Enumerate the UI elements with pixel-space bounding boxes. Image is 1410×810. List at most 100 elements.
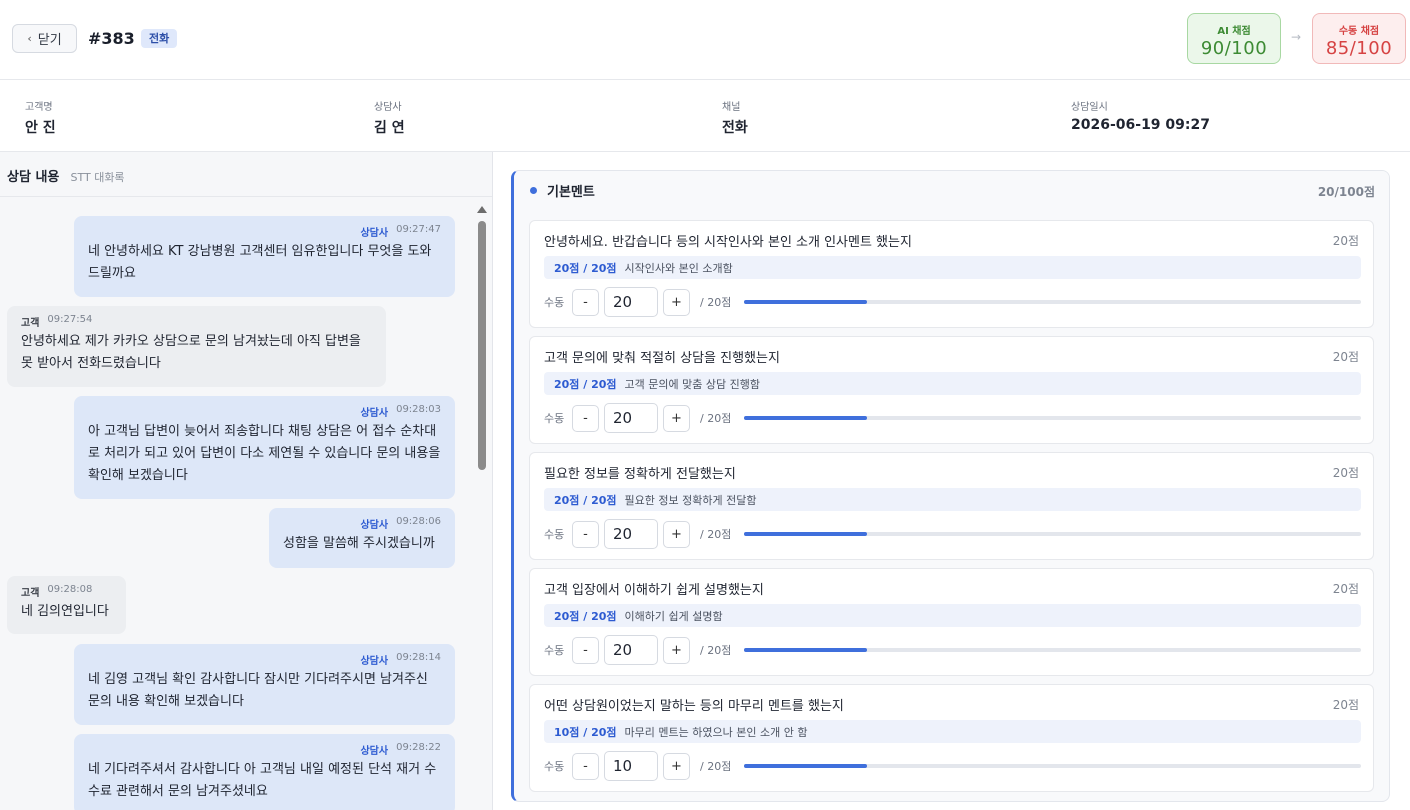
ai-score-value: 90/100	[1200, 38, 1268, 59]
ai-result-score: 20점 / 20점	[554, 377, 617, 391]
scroll-thumb[interactable]	[478, 221, 486, 470]
criteria-question: 필요한 정보를 정확하게 전달했는지	[544, 467, 736, 482]
ai-result-note: 고객 문의에 맞춤 상담 진행함	[624, 377, 760, 391]
message-text: 아 고객님 답변이 늦어서 죄송합니다 채팅 상담은 어 접수 순차대로 처리가…	[88, 424, 441, 483]
close-label: 닫기	[37, 33, 62, 48]
message-time: 09:28:06	[396, 516, 441, 527]
ai-result: 20점 / 20점 고객 문의에 맞춤 상담 진행함	[544, 372, 1361, 395]
manual-score-input[interactable]: 20	[604, 287, 658, 317]
message-sender: 상담사	[360, 228, 389, 239]
message-sender: 고객	[21, 318, 40, 329]
info-value: 김 연	[374, 120, 405, 136]
increment-button[interactable]: +	[663, 288, 690, 316]
score-progress-bar	[744, 648, 1361, 652]
header: ‹ 닫기 #383 전화 AI 채점 90/100 → 수동 채점 85/100	[0, 0, 1410, 80]
ai-result-note: 필요한 정보 정확하게 전달함	[624, 493, 757, 507]
manual-score-input[interactable]: 20	[604, 519, 658, 549]
score-progress-bar	[744, 300, 1361, 304]
info-value: 전화	[722, 120, 748, 136]
section-header: 기본멘트	[514, 171, 1389, 209]
channel-badge: 전화	[141, 29, 178, 48]
ai-result: 10점 / 20점 마무리 멘트는 하였으나 본인 소개 안 함	[544, 720, 1361, 743]
transcript-header: 상담 내용 STT 대화록	[0, 152, 492, 197]
message-text: 네 기다려주셔서 감사합니다 아 고객님 내일 예정된 단석 재거 수수료 관련…	[88, 762, 437, 799]
criteria-question: 안녕하세요. 반갑습니다 등의 시작인사와 본인 소개 인사멘트 했는지	[544, 235, 912, 250]
score-progress-bar	[744, 764, 1361, 768]
ai-result-score: 20점 / 20점	[554, 609, 617, 623]
scroll-up-arrow-icon[interactable]	[477, 206, 487, 213]
message-agent: 상담사 09:28:22 네 기다려주셔서 감사합니다 아 고객님 내일 예정된 …	[74, 734, 455, 810]
criteria-item: 고객 문의에 맞춰 적절히 상담을 진행했는지 20점 20점 / 20점 고객…	[529, 336, 1374, 444]
message-time: 09:27:47	[396, 224, 441, 235]
section-dot-icon	[530, 186, 537, 194]
criteria-max: 20점	[1332, 234, 1359, 248]
ai-result-score: 20점 / 20점	[554, 261, 617, 275]
ai-score-label: AI 채점	[1217, 26, 1251, 37]
close-button[interactable]: ‹ 닫기	[12, 24, 77, 53]
message-agent: 상담사 09:28:06 성함을 말씀해 주시겠습니까	[269, 508, 455, 568]
info-value: 2026-06-19 09:27	[1071, 117, 1210, 133]
manual-score-input[interactable]: 20	[604, 635, 658, 665]
message-text: 네 김영 고객님 확인 감사합니다 잠시만 기다려주시면 남겨주신 문의 내용 …	[88, 672, 428, 709]
increment-button[interactable]: +	[663, 404, 690, 432]
evaluation-panel: 기본멘트 20/100점 안녕하세요. 반갑습니다 등의 시작인사와 본인 소개…	[494, 152, 1410, 810]
criteria-item: 안녕하세요. 반갑습니다 등의 시작인사와 본인 소개 인사멘트 했는지 20점…	[529, 220, 1374, 328]
message-sender: 상담사	[360, 520, 389, 531]
decrement-button[interactable]: -	[572, 752, 599, 780]
message-sender: 상담사	[360, 408, 389, 419]
score-progress-fill	[744, 532, 868, 536]
decrement-button[interactable]: -	[572, 288, 599, 316]
section-title: 기본멘트	[547, 184, 595, 200]
transcript-subtitle: STT 대화록	[70, 171, 125, 184]
transcript-panel: 상담 내용 STT 대화록 상담사 09:27:47 네 안녕하세요 KT 강남병…	[0, 152, 493, 810]
manual-control: 수동 - 20 + / 20점	[544, 519, 1361, 549]
score-progress-bar	[744, 416, 1361, 420]
score-progress-fill	[744, 416, 868, 420]
score-progress-bar	[744, 532, 1361, 536]
evaluation-section: 기본멘트 20/100점 안녕하세요. 반갑습니다 등의 시작인사와 본인 소개…	[511, 170, 1390, 802]
criteria-item: 어떤 상담원이었는지 말하는 등의 마무리 멘트를 했는지 20점 10점 / …	[529, 684, 1374, 792]
decrement-button[interactable]: -	[572, 404, 599, 432]
increment-button[interactable]: +	[663, 752, 690, 780]
max-score-text: / 20점	[700, 644, 732, 657]
info-datetime: 상담일시 2026-06-19 09:27	[1071, 98, 1210, 133]
manual-score-input[interactable]: 20	[604, 403, 658, 433]
increment-button[interactable]: +	[663, 520, 690, 548]
increment-button[interactable]: +	[663, 636, 690, 664]
ai-result: 20점 / 20점 필요한 정보 정확하게 전달함	[544, 488, 1361, 511]
ai-result-score: 20점 / 20점	[554, 493, 617, 507]
transcript-title: 상담 내용	[7, 170, 60, 185]
manual-label: 수동	[544, 412, 565, 425]
message-time: 09:28:03	[396, 404, 441, 415]
message-customer: 고객 09:27:54 안녕하세요 제가 카카오 상담으로 문의 남겨놨는데 아직…	[7, 306, 386, 387]
info-value: 안 진	[25, 120, 56, 136]
message-agent: 상담사 09:28:14 네 김영 고객님 확인 감사합니다 잠시만 기다려주시면…	[74, 644, 455, 725]
ai-result: 20점 / 20점 이해하기 쉽게 설명함	[544, 604, 1361, 627]
decrement-button[interactable]: -	[572, 636, 599, 664]
manual-label: 수동	[544, 760, 565, 773]
message-text: 안녕하세요 제가 카카오 상담으로 문의 남겨놨는데 아직 답변을 못 받아서 …	[21, 334, 361, 371]
message-text: 성함을 말씀해 주시겠습니까	[283, 536, 435, 551]
criteria-max: 20점	[1332, 466, 1359, 480]
manual-score-box: 수동 채점 85/100	[1312, 13, 1406, 64]
decrement-button[interactable]: -	[572, 520, 599, 548]
manual-label: 수동	[544, 528, 565, 541]
message-text: 네 안녕하세요 KT 강남병원 고객센터 임유한입니다 무엇을 도와드릴까요	[88, 244, 432, 281]
manual-score-input[interactable]: 10	[604, 751, 658, 781]
ai-result-note: 이해하기 쉽게 설명함	[624, 609, 723, 623]
section-score: 20/100점	[1317, 185, 1375, 199]
manual-control: 수동 - 20 + / 20점	[544, 287, 1361, 317]
message-agent: 상담사 09:28:03 아 고객님 답변이 늦어서 죄송합니다 채팅 상담은 어…	[74, 396, 455, 499]
max-score-text: / 20점	[700, 296, 732, 309]
arrow-right-icon: →	[1291, 30, 1302, 44]
transcript-scrollbar[interactable]	[476, 206, 488, 810]
message-time: 09:28:14	[396, 652, 441, 663]
info-key: 채널	[722, 102, 741, 113]
message-agent: 상담사 09:27:47 네 안녕하세요 KT 강남병원 고객센터 임유한입니다 …	[74, 216, 455, 297]
manual-control: 수동 - 20 + / 20점	[544, 635, 1361, 665]
info-customer: 고객명 안 진	[25, 98, 56, 137]
manual-label: 수동	[544, 296, 565, 309]
info-row: 고객명 안 진 상담사 김 연 채널 전화 상담일시 2026-06-19 09…	[0, 80, 1410, 152]
ai-result-score: 10점 / 20점	[554, 725, 617, 739]
criteria-item: 필요한 정보를 정확하게 전달했는지 20점 20점 / 20점 필요한 정보 …	[529, 452, 1374, 560]
